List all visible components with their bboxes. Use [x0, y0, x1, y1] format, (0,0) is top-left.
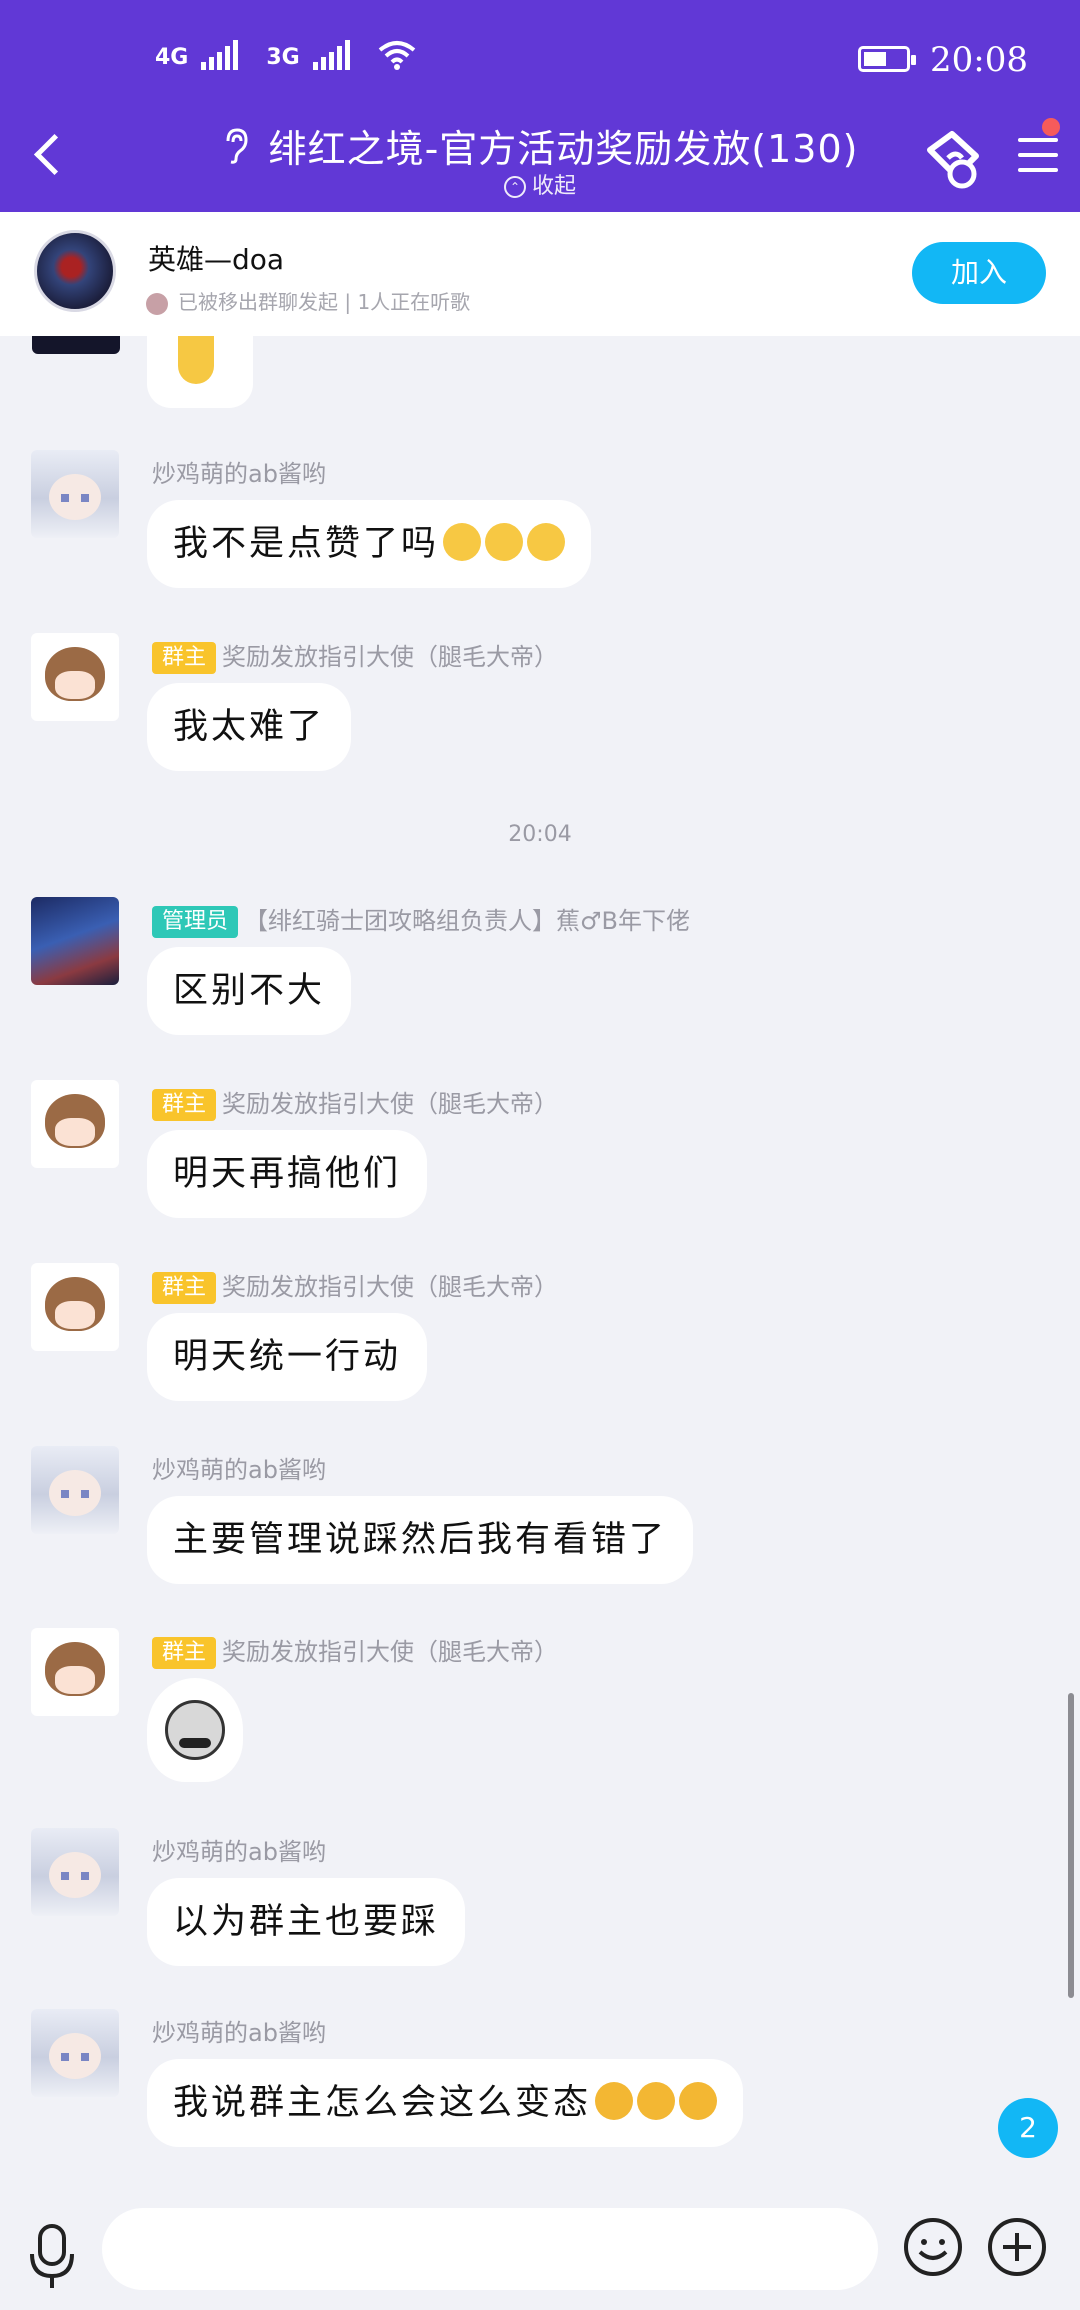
message-bubble[interactable]: 我太难了 [147, 683, 352, 771]
laugh-emoji-icon [679, 2082, 718, 2120]
signal-icon-2 [312, 40, 353, 70]
sender-name: 炒鸡萌的ab酱哟 [152, 2019, 326, 2047]
status-time: 20:08 [930, 40, 1028, 80]
avatar[interactable] [32, 336, 120, 354]
join-button[interactable]: 加入 [912, 242, 1046, 304]
emoji-icon[interactable] [902, 2216, 964, 2278]
wifi-icon [378, 41, 416, 70]
emoji-sticker [178, 336, 214, 384]
avatar[interactable] [31, 1446, 119, 1534]
battery-icon [858, 46, 916, 72]
ear-icon [226, 127, 248, 164]
avatar[interactable] [31, 2009, 119, 2097]
collapse-button[interactable]: ⌃ 收起 [0, 168, 1080, 200]
sender-name: 群主 奖励发放指引大使（腿毛大帝） [152, 1267, 558, 1304]
laugh-emoji-icon [595, 2082, 634, 2120]
signal-icon [201, 40, 241, 70]
message-bubble[interactable]: 明天统一行动 [147, 1313, 428, 1401]
notification-dot [1042, 118, 1060, 136]
song-name: 英雄—doa [148, 243, 285, 276]
message-bubble[interactable]: 区别不大 [147, 947, 352, 1035]
avatar[interactable] [31, 1263, 119, 1351]
sender-name: 炒鸡萌的ab酱哟 [152, 1838, 326, 1866]
hug-emoji-icon [443, 523, 482, 561]
avatar[interactable] [31, 450, 119, 538]
message-bubble[interactable]: 我说群主怎么会这么变态 [147, 2059, 744, 2147]
owner-tag: 群主 [152, 1272, 217, 1304]
hug-emoji-icon [485, 523, 524, 561]
meme-sticker[interactable] [147, 1678, 243, 1782]
microphone-icon[interactable] [24, 2220, 80, 2292]
song-cover-avatar [34, 230, 116, 312]
owner-tag: 群主 [152, 1637, 217, 1669]
network-3g-label: 3G [266, 45, 300, 70]
sender-name: 群主 奖励发放指引大使（腿毛大帝） [152, 637, 558, 674]
scrollbar[interactable] [1068, 1693, 1074, 1998]
chevron-up-icon: ⌃ [503, 176, 526, 198]
input-bar [0, 2204, 1080, 2310]
now-playing-bar[interactable]: 英雄—doa 已被移出群聊发起 | 1人正在听歌 加入 [0, 212, 1080, 336]
group-title: 绯红之境-官方活动奖励发放(130) [268, 127, 859, 171]
message-bubble[interactable]: 以为群主也要踩 [147, 1878, 466, 1966]
laugh-emoji-icon [637, 2082, 676, 2120]
avatar[interactable] [31, 1628, 119, 1716]
owner-tag: 群主 [152, 1089, 217, 1121]
network-4g-label: 4G [155, 45, 189, 70]
plus-icon[interactable] [986, 2216, 1048, 2278]
title-area[interactable]: 绯红之境-官方活动奖励发放(130) [0, 118, 1080, 173]
avatar[interactable] [31, 1828, 119, 1916]
time-separator: 20:04 [508, 822, 572, 847]
collapse-label: 收起 [531, 174, 576, 199]
owner-tag: 群主 [152, 642, 217, 674]
song-subtitle: 已被移出群聊发起 | 1人正在听歌 [146, 286, 470, 315]
unread-badge[interactable]: 2 [998, 2098, 1058, 2158]
sender-name: 群主 奖励发放指引大使（腿毛大帝） [152, 1084, 558, 1121]
avatar[interactable] [31, 1080, 119, 1168]
avatar[interactable] [31, 897, 119, 985]
sender-name: 管理员 【绯红骑士团攻略组负责人】蕉♂B年下佬 [152, 901, 690, 938]
host-avatar [146, 292, 168, 315]
sender-name: 炒鸡萌的ab酱哟 [152, 460, 326, 488]
message-bubble[interactable]: 主要管理说踩然后我有看错了 [147, 1496, 694, 1584]
message-input[interactable] [102, 2208, 878, 2290]
menu-button[interactable] [1018, 138, 1058, 178]
status-bar: 4G 3G [155, 40, 416, 70]
avatar[interactable] [31, 633, 119, 721]
chat-header: 4G 3G 20:08 绯红之境-官方活动奖励发放(130) ⌃ 收起 [0, 0, 1080, 212]
sender-name: 群主 奖励发放指引大使（腿毛大帝） [152, 1632, 558, 1669]
sender-name: 炒鸡萌的ab酱哟 [152, 1456, 326, 1484]
message-bubble[interactable]: 明天再搞他们 [147, 1130, 428, 1218]
voice-call-icon[interactable] [922, 128, 984, 190]
admin-tag: 管理员 [152, 906, 239, 938]
message-bubble[interactable] [147, 336, 253, 408]
message-bubble[interactable]: 我不是点赞了吗 [147, 500, 592, 588]
message-list[interactable]: 炒鸡萌的ab酱哟 我不是点赞了吗 群主 奖励发放指引大使（腿毛大帝） 我太难了 2… [0, 336, 1080, 2204]
hug-emoji-icon [527, 523, 566, 561]
